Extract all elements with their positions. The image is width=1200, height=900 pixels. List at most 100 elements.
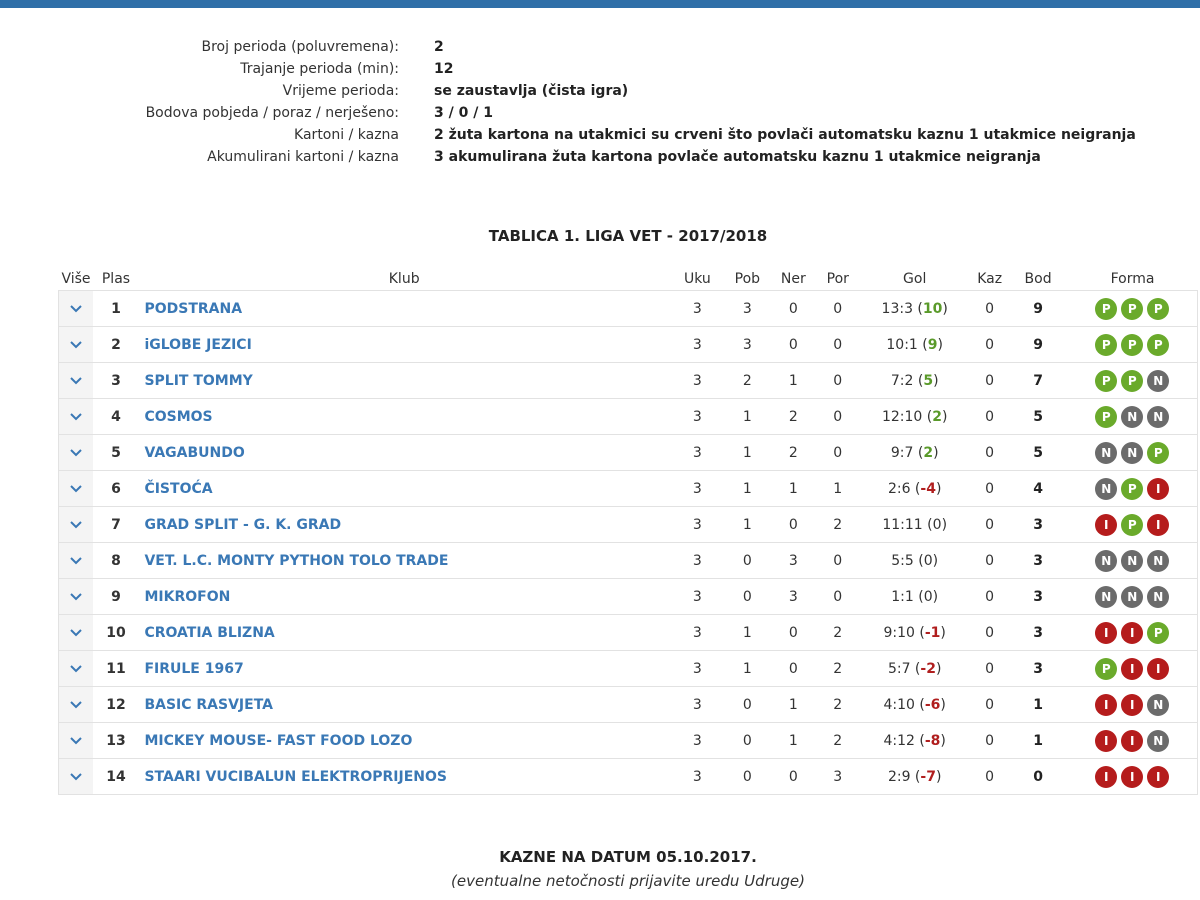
expand-toggle[interactable] xyxy=(58,398,94,435)
lost-cell: 2 xyxy=(816,650,859,687)
club-link[interactable]: VET. L.C. MONTY PYTHON TOLO TRADE xyxy=(138,542,670,579)
form-badge: N xyxy=(1121,405,1144,428)
goal-difference: 0 xyxy=(932,516,942,533)
column-header-won: Pob xyxy=(734,271,761,287)
chevron-down-icon xyxy=(70,484,82,492)
form-badge: P xyxy=(1095,657,1118,680)
played-cell: 3 xyxy=(669,290,725,327)
position-cell: 11 xyxy=(93,650,139,687)
goal-difference: 2 xyxy=(932,408,942,425)
form-cell: PPN xyxy=(1067,362,1198,399)
expand-toggle[interactable] xyxy=(58,758,94,795)
club-link[interactable]: SPLIT TOMMY xyxy=(138,362,670,399)
lost-cell: 0 xyxy=(816,434,859,471)
expand-toggle[interactable] xyxy=(58,326,94,363)
draw-cell: 1 xyxy=(769,362,817,399)
penalty-cell: 0 xyxy=(970,362,1009,399)
fines-title: KAZNE NA DATUM 05.10.2017. xyxy=(499,848,757,866)
table-row: 12 BASIC RASVJETA 3 0 1 2 4:10 (-6) 0 1 I I N xyxy=(58,686,1198,723)
expand-toggle[interactable] xyxy=(58,614,94,651)
form-badge: I xyxy=(1121,693,1144,716)
played-cell: 3 xyxy=(669,722,725,759)
club-link[interactable]: STAARI VUCIBALUN ELEKTROPRIJENOS xyxy=(138,758,670,795)
expand-toggle[interactable] xyxy=(58,578,94,615)
info-value: 2 xyxy=(434,39,444,55)
position-cell: 4 xyxy=(93,398,139,435)
club-link[interactable]: MICKEY MOUSE- FAST FOOD LOZO xyxy=(138,722,670,759)
points-cell: 9 xyxy=(1008,290,1068,327)
chevron-down-icon xyxy=(70,556,82,564)
points-cell: 3 xyxy=(1008,542,1068,579)
info-row: Broj perioda (poluvremena): 2 xyxy=(0,36,1200,58)
form-badge: P xyxy=(1121,477,1144,500)
goal-difference: 2 xyxy=(923,444,934,461)
goal-difference: -7 xyxy=(920,768,936,785)
expand-toggle[interactable] xyxy=(58,434,94,471)
form-cell: PPP xyxy=(1067,290,1198,327)
club-link[interactable]: BASIC RASVJETA xyxy=(138,686,670,723)
club-link[interactable]: CROATIA BLIZNA xyxy=(138,614,670,651)
goals-score: 4:10 xyxy=(883,696,915,713)
played-cell: 3 xyxy=(669,686,725,723)
lost-cell: 2 xyxy=(816,722,859,759)
won-cell: 0 xyxy=(724,578,770,615)
info-label: Vrijeme perioda: xyxy=(282,83,399,99)
expand-toggle[interactable] xyxy=(58,686,94,723)
played-cell: 3 xyxy=(669,470,725,507)
won-cell: 3 xyxy=(724,326,770,363)
penalty-cell: 0 xyxy=(970,686,1009,723)
penalty-cell: 0 xyxy=(970,758,1009,795)
club-link[interactable]: PODSTRANA xyxy=(138,290,670,327)
expand-toggle[interactable] xyxy=(58,506,94,543)
form-badge: I xyxy=(1121,765,1144,788)
column-header-played: Uku xyxy=(683,271,711,287)
info-value: 3 akumulirana žuta kartona povlače autom… xyxy=(434,149,1041,165)
club-link[interactable]: iGLOBE JEZICI xyxy=(138,326,670,363)
form-badge: I xyxy=(1147,657,1170,680)
table-row: 9 MIKROFON 3 0 3 0 1:1 (0) 0 3 N N N xyxy=(58,578,1198,615)
form-badge: N xyxy=(1121,549,1144,572)
points-cell: 5 xyxy=(1008,398,1068,435)
form-badge: P xyxy=(1121,513,1144,536)
played-cell: 3 xyxy=(669,362,725,399)
expand-toggle[interactable] xyxy=(58,290,94,327)
penalty-cell: 0 xyxy=(970,398,1009,435)
goals-cell: 1:1 (0) xyxy=(858,578,971,615)
club-link[interactable]: COSMOS xyxy=(138,398,670,435)
club-link[interactable]: ČISTOĆA xyxy=(138,470,670,507)
position-cell: 2 xyxy=(93,326,139,363)
column-header-club: Klub xyxy=(388,271,420,287)
goals-cell: 9:10 (-1) xyxy=(858,614,971,651)
club-link[interactable]: MIKROFON xyxy=(138,578,670,615)
table-row: 7 GRAD SPLIT - G. K. GRAD 3 1 0 2 11:11 (0) 0 3 I… xyxy=(58,506,1198,543)
form-badge: P xyxy=(1121,297,1144,320)
club-link[interactable]: GRAD SPLIT - G. K. GRAD xyxy=(138,506,670,543)
goal-difference: 9 xyxy=(927,336,938,353)
form-badge: P xyxy=(1147,297,1170,320)
expand-toggle[interactable] xyxy=(58,650,94,687)
goals-cell: 4:12 (-8) xyxy=(858,722,971,759)
position-cell: 8 xyxy=(93,542,139,579)
chevron-down-icon xyxy=(70,592,82,600)
goals-cell: 7:2 (5) xyxy=(858,362,971,399)
expand-toggle[interactable] xyxy=(58,362,94,399)
position-cell: 3 xyxy=(93,362,139,399)
penalty-cell: 0 xyxy=(970,290,1009,327)
played-cell: 3 xyxy=(669,614,725,651)
expand-toggle[interactable] xyxy=(58,470,94,507)
chevron-down-icon xyxy=(70,304,82,312)
draw-cell: 0 xyxy=(769,614,817,651)
form-badge: P xyxy=(1121,333,1144,356)
expand-toggle[interactable] xyxy=(58,722,94,759)
standings-title: TABLICA 1. LIGA VET - 2017/2018 xyxy=(488,227,768,245)
expand-toggle[interactable] xyxy=(58,542,94,579)
table-row: 13 MICKEY MOUSE- FAST FOOD LOZO 3 0 1 2 4:12 (… xyxy=(58,722,1198,759)
form-badge: P xyxy=(1121,369,1144,392)
played-cell: 3 xyxy=(669,506,725,543)
chevron-down-icon xyxy=(70,412,82,420)
club-link[interactable]: VAGABUNDO xyxy=(138,434,670,471)
position-cell: 13 xyxy=(93,722,139,759)
club-link[interactable]: FIRULE 1967 xyxy=(138,650,670,687)
form-badge: I xyxy=(1095,765,1118,788)
column-header-lost: Por xyxy=(826,271,849,287)
